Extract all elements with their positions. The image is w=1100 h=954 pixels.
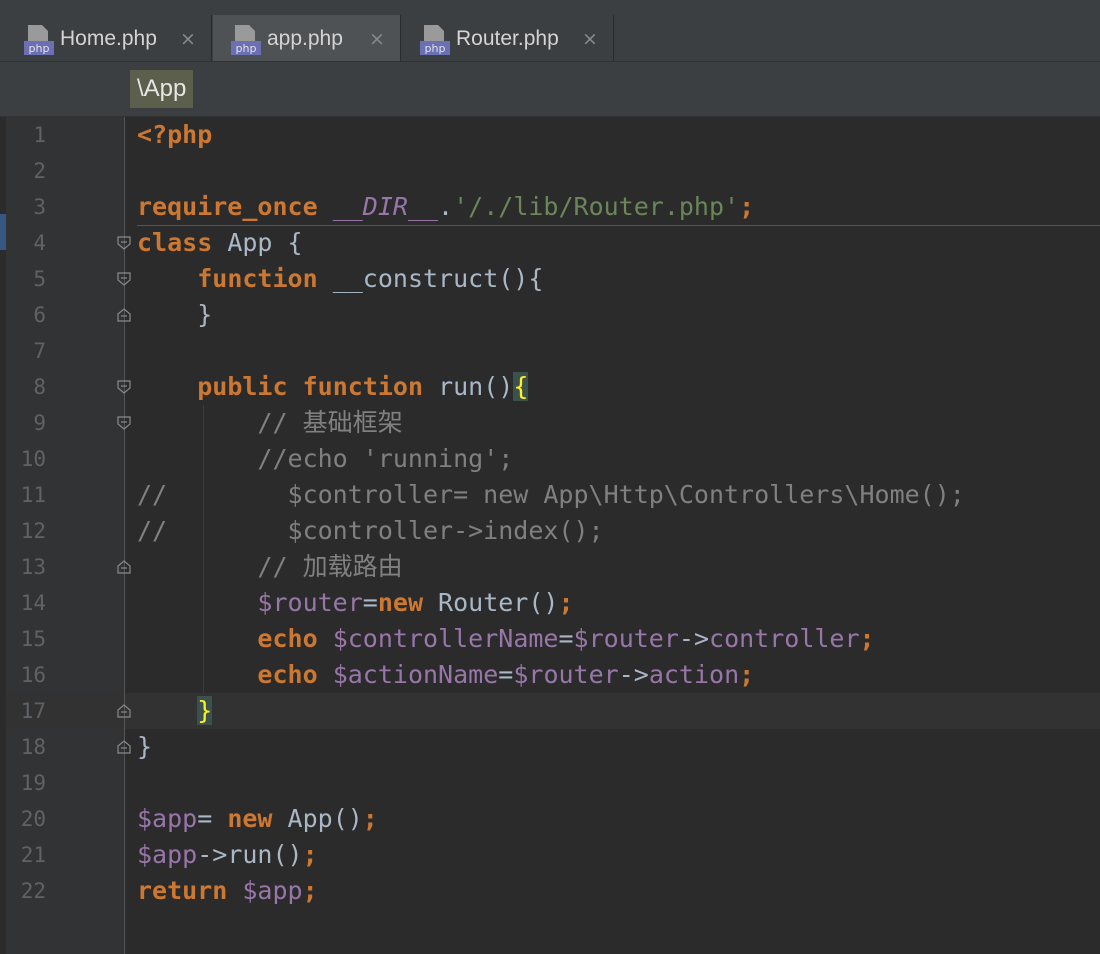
tab-home-php[interactable]: php Home.php ×: [6, 15, 212, 61]
code-text: <?php: [137, 120, 213, 149]
code-line-2: 2: [0, 153, 1100, 189]
code-text: $app= new App();: [137, 804, 378, 833]
matched-brace: }: [197, 696, 213, 725]
svg-text:php: php: [236, 42, 257, 55]
svg-text:php: php: [425, 42, 446, 55]
code-line-10: 10 //echo 'running';: [0, 441, 1100, 477]
code-text: // $controller= new App\Http\Controllers…: [137, 480, 965, 509]
line-number: 6: [33, 303, 46, 327]
line-number: 21: [20, 843, 46, 867]
code-line-21: 21 $app->run();: [0, 837, 1100, 873]
code-line-6: 6 }: [0, 297, 1100, 333]
line-number: 7: [33, 339, 46, 363]
line-number: 10: [20, 447, 46, 471]
code-line-16: 16 echo $actionName=$router->action;: [0, 657, 1100, 693]
line-number: 4: [33, 231, 46, 255]
code-line-7: 7: [0, 333, 1100, 369]
line-number: 11: [20, 483, 46, 507]
tab-app-php[interactable]: php app.php ×: [213, 15, 401, 61]
code-line-13: 13 // 加载路由: [0, 549, 1100, 585]
code-line-22: 22 return $app;: [0, 873, 1100, 909]
code-line-17: 17 }: [0, 693, 1100, 729]
code-text: class App {: [137, 228, 303, 257]
code-line-4: 4 class App {: [0, 225, 1100, 261]
php-file-icon: php: [231, 25, 261, 55]
fold-open-icon[interactable]: [116, 415, 132, 431]
fold-open-icon[interactable]: [116, 235, 132, 251]
code-text: public function run(){: [197, 372, 529, 401]
line-number: 12: [20, 519, 46, 543]
code-text: }: [137, 693, 213, 729]
breadcrumb-bar: \App: [0, 62, 1100, 117]
line-number: 17: [20, 699, 46, 723]
code-text: // 加载路由: [257, 552, 403, 581]
svg-text:php: php: [29, 42, 50, 55]
close-icon[interactable]: ×: [180, 28, 196, 50]
line-number: 15: [20, 627, 46, 651]
code-line-15: 15 echo $controllerName=$router->control…: [0, 621, 1100, 657]
code-line-9: 9 // 基础框架: [0, 405, 1100, 441]
code-text: $app->run();: [137, 840, 318, 869]
fold-end-icon[interactable]: [116, 559, 132, 575]
fold-open-icon[interactable]: [116, 271, 132, 287]
editor-tab-bar: php Home.php × php app.php × php Router.…: [0, 15, 1100, 62]
line-number: 5: [33, 267, 46, 291]
tab-router-php[interactable]: php Router.php ×: [402, 15, 614, 61]
fold-end-icon[interactable]: [116, 739, 132, 755]
close-icon[interactable]: ×: [369, 28, 385, 50]
line-number: 3: [33, 195, 46, 219]
code-line-8: 8 public function run(){: [0, 369, 1100, 405]
code-text: }: [197, 300, 213, 329]
line-number: 13: [20, 555, 46, 579]
code-text: echo $controllerName=$router->controller…: [257, 624, 875, 653]
tab-label: app.php: [267, 27, 343, 50]
code-line-19: 19: [0, 765, 1100, 801]
code-line-14: 14 $router=new Router();: [0, 585, 1100, 621]
code-line-1: 1 <?php: [0, 117, 1100, 153]
code-line-20: 20 $app= new App();: [0, 801, 1100, 837]
line-number: 1: [33, 123, 46, 147]
breadcrumb-namespace[interactable]: \App: [130, 70, 194, 108]
line-number: 14: [20, 591, 46, 615]
line-number: 22: [20, 879, 46, 903]
code-line-5: 5 function __construct(){: [0, 261, 1100, 297]
code-text: // 基础框架: [257, 408, 403, 437]
code-text: //echo 'running';: [257, 444, 514, 473]
line-number: 2: [33, 159, 46, 183]
code-text: return $app;: [137, 876, 318, 905]
php-file-icon: php: [24, 25, 54, 55]
line-number: 19: [20, 771, 46, 795]
fold-end-icon[interactable]: [116, 307, 132, 323]
code-text: require_once __DIR__.'/./lib/Router.php'…: [137, 192, 755, 221]
line-number: 20: [20, 807, 46, 831]
line-number: 18: [20, 735, 46, 759]
line-number: 16: [20, 663, 46, 687]
tab-label: Router.php: [456, 27, 559, 50]
code-line-3: 3 require_once __DIR__.'/./lib/Router.ph…: [0, 189, 1100, 225]
php-file-icon: php: [420, 25, 450, 55]
close-icon[interactable]: ×: [582, 28, 598, 50]
matched-brace: {: [513, 372, 529, 401]
fold-open-icon[interactable]: [116, 379, 132, 395]
code-line-18: 18 }: [0, 729, 1100, 765]
window-top-strip: [0, 0, 1100, 15]
tab-label: Home.php: [60, 27, 157, 50]
line-number: 8: [33, 375, 46, 399]
code-text: }: [137, 732, 153, 761]
code-text: $router=new Router();: [257, 588, 574, 617]
code-line-11: 11 // $controller= new App\Http\Controll…: [0, 477, 1100, 513]
line-number: 9: [33, 411, 46, 435]
code-text: function __construct(){: [197, 264, 544, 293]
code-text: // $controller->index();: [137, 516, 604, 545]
code-line-12: 12 // $controller->index();: [0, 513, 1100, 549]
fold-end-icon[interactable]: [116, 703, 132, 719]
code-text: echo $actionName=$router->action;: [257, 660, 755, 689]
